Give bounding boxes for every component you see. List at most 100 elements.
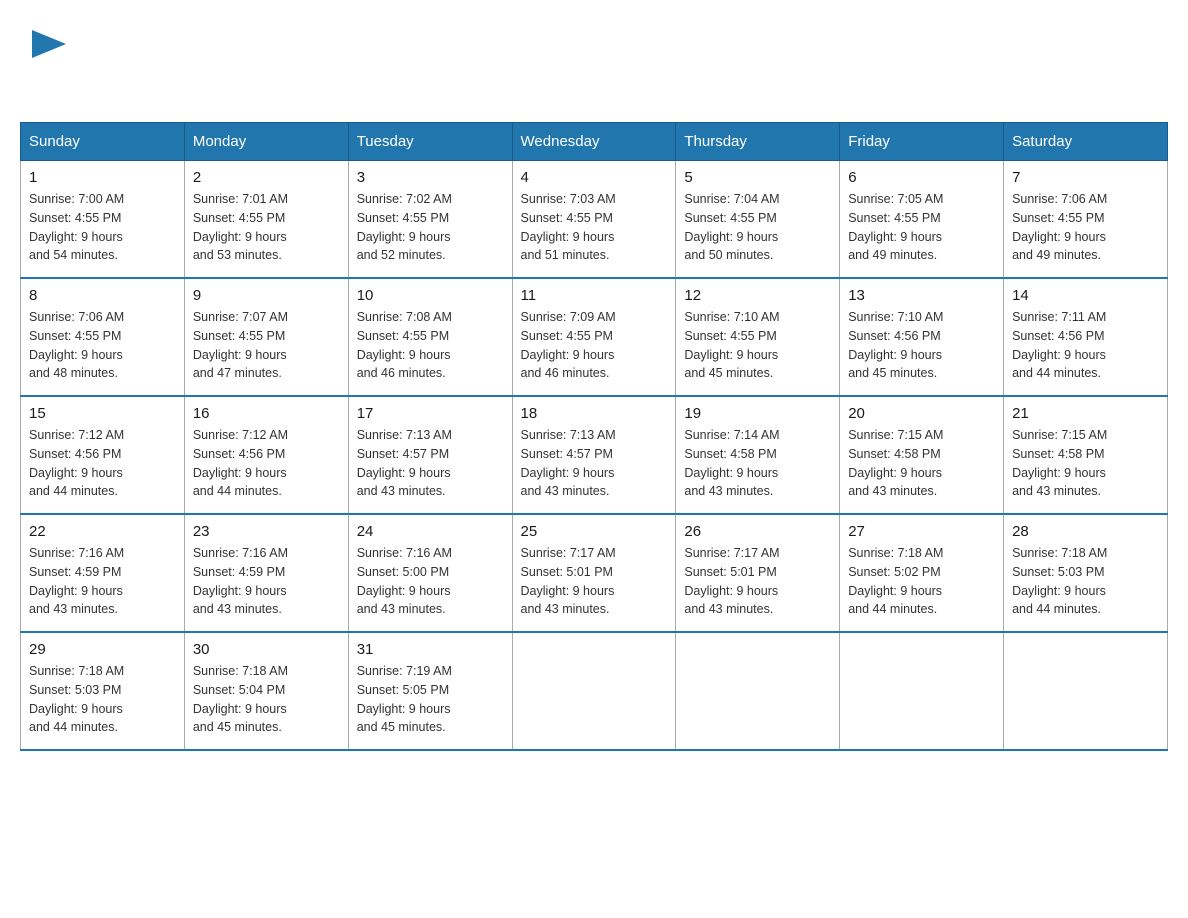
day-number: 13 bbox=[848, 287, 995, 304]
calendar-week-row: 1 Sunrise: 7:00 AM Sunset: 4:55 PM Dayli… bbox=[21, 161, 1168, 279]
calendar-cell: 15 Sunrise: 7:12 AM Sunset: 4:56 PM Dayl… bbox=[21, 396, 185, 514]
calendar-cell bbox=[512, 632, 676, 750]
calendar-cell: 25 Sunrise: 7:17 AM Sunset: 5:01 PM Dayl… bbox=[512, 514, 676, 632]
day-number: 27 bbox=[848, 523, 995, 540]
day-info: Sunrise: 7:14 AM Sunset: 4:58 PM Dayligh… bbox=[684, 426, 831, 501]
calendar-cell bbox=[840, 632, 1004, 750]
calendar-cell: 17 Sunrise: 7:13 AM Sunset: 4:57 PM Dayl… bbox=[348, 396, 512, 514]
calendar-cell: 28 Sunrise: 7:18 AM Sunset: 5:03 PM Dayl… bbox=[1004, 514, 1168, 632]
day-info: Sunrise: 7:16 AM Sunset: 4:59 PM Dayligh… bbox=[193, 544, 340, 619]
day-info: Sunrise: 7:04 AM Sunset: 4:55 PM Dayligh… bbox=[684, 190, 831, 265]
calendar-cell: 14 Sunrise: 7:11 AM Sunset: 4:56 PM Dayl… bbox=[1004, 278, 1168, 396]
day-info: Sunrise: 7:18 AM Sunset: 5:04 PM Dayligh… bbox=[193, 662, 340, 737]
calendar-cell: 29 Sunrise: 7:18 AM Sunset: 5:03 PM Dayl… bbox=[21, 632, 185, 750]
calendar-cell: 31 Sunrise: 7:19 AM Sunset: 5:05 PM Dayl… bbox=[348, 632, 512, 750]
calendar-cell: 8 Sunrise: 7:06 AM Sunset: 4:55 PM Dayli… bbox=[21, 278, 185, 396]
day-number: 15 bbox=[29, 405, 176, 422]
day-info: Sunrise: 7:17 AM Sunset: 5:01 PM Dayligh… bbox=[684, 544, 831, 619]
calendar-cell: 19 Sunrise: 7:14 AM Sunset: 4:58 PM Dayl… bbox=[676, 396, 840, 514]
day-info: Sunrise: 7:13 AM Sunset: 4:57 PM Dayligh… bbox=[357, 426, 504, 501]
calendar-cell: 20 Sunrise: 7:15 AM Sunset: 4:58 PM Dayl… bbox=[840, 396, 1004, 514]
day-info: Sunrise: 7:07 AM Sunset: 4:55 PM Dayligh… bbox=[193, 308, 340, 383]
page-header bbox=[20, 20, 1168, 102]
calendar-cell: 13 Sunrise: 7:10 AM Sunset: 4:56 PM Dayl… bbox=[840, 278, 1004, 396]
calendar-week-row: 15 Sunrise: 7:12 AM Sunset: 4:56 PM Dayl… bbox=[21, 396, 1168, 514]
weekday-header-tuesday: Tuesday bbox=[348, 123, 512, 161]
day-info: Sunrise: 7:16 AM Sunset: 4:59 PM Dayligh… bbox=[29, 544, 176, 619]
calendar-cell: 5 Sunrise: 7:04 AM Sunset: 4:55 PM Dayli… bbox=[676, 161, 840, 279]
day-number: 24 bbox=[357, 523, 504, 540]
calendar-cell: 21 Sunrise: 7:15 AM Sunset: 4:58 PM Dayl… bbox=[1004, 396, 1168, 514]
calendar-cell: 11 Sunrise: 7:09 AM Sunset: 4:55 PM Dayl… bbox=[512, 278, 676, 396]
day-number: 31 bbox=[357, 641, 504, 658]
calendar-cell: 3 Sunrise: 7:02 AM Sunset: 4:55 PM Dayli… bbox=[348, 161, 512, 279]
day-info: Sunrise: 7:18 AM Sunset: 5:03 PM Dayligh… bbox=[29, 662, 176, 737]
calendar-cell: 27 Sunrise: 7:18 AM Sunset: 5:02 PM Dayl… bbox=[840, 514, 1004, 632]
day-number: 1 bbox=[29, 169, 176, 186]
weekday-header-monday: Monday bbox=[184, 123, 348, 161]
calendar-cell: 26 Sunrise: 7:17 AM Sunset: 5:01 PM Dayl… bbox=[676, 514, 840, 632]
day-number: 14 bbox=[1012, 287, 1159, 304]
calendar-cell: 30 Sunrise: 7:18 AM Sunset: 5:04 PM Dayl… bbox=[184, 632, 348, 750]
day-info: Sunrise: 7:02 AM Sunset: 4:55 PM Dayligh… bbox=[357, 190, 504, 265]
day-number: 12 bbox=[684, 287, 831, 304]
day-number: 17 bbox=[357, 405, 504, 422]
calendar-week-row: 8 Sunrise: 7:06 AM Sunset: 4:55 PM Dayli… bbox=[21, 278, 1168, 396]
day-info: Sunrise: 7:00 AM Sunset: 4:55 PM Dayligh… bbox=[29, 190, 176, 265]
day-number: 9 bbox=[193, 287, 340, 304]
calendar-cell: 6 Sunrise: 7:05 AM Sunset: 4:55 PM Dayli… bbox=[840, 161, 1004, 279]
day-number: 16 bbox=[193, 405, 340, 422]
day-info: Sunrise: 7:11 AM Sunset: 4:56 PM Dayligh… bbox=[1012, 308, 1159, 383]
day-info: Sunrise: 7:09 AM Sunset: 4:55 PM Dayligh… bbox=[521, 308, 668, 383]
logo bbox=[30, 30, 66, 92]
weekday-header-thursday: Thursday bbox=[676, 123, 840, 161]
day-number: 6 bbox=[848, 169, 995, 186]
day-info: Sunrise: 7:18 AM Sunset: 5:02 PM Dayligh… bbox=[848, 544, 995, 619]
day-number: 23 bbox=[193, 523, 340, 540]
day-info: Sunrise: 7:10 AM Sunset: 4:56 PM Dayligh… bbox=[848, 308, 995, 383]
day-number: 19 bbox=[684, 405, 831, 422]
day-info: Sunrise: 7:08 AM Sunset: 4:55 PM Dayligh… bbox=[357, 308, 504, 383]
weekday-header-sunday: Sunday bbox=[21, 123, 185, 161]
day-info: Sunrise: 7:17 AM Sunset: 5:01 PM Dayligh… bbox=[521, 544, 668, 619]
day-info: Sunrise: 7:03 AM Sunset: 4:55 PM Dayligh… bbox=[521, 190, 668, 265]
logo-arrow-icon bbox=[32, 30, 66, 58]
day-number: 28 bbox=[1012, 523, 1159, 540]
calendar-cell: 12 Sunrise: 7:10 AM Sunset: 4:55 PM Dayl… bbox=[676, 278, 840, 396]
day-number: 18 bbox=[521, 405, 668, 422]
day-info: Sunrise: 7:16 AM Sunset: 5:00 PM Dayligh… bbox=[357, 544, 504, 619]
day-info: Sunrise: 7:15 AM Sunset: 4:58 PM Dayligh… bbox=[848, 426, 995, 501]
day-info: Sunrise: 7:19 AM Sunset: 5:05 PM Dayligh… bbox=[357, 662, 504, 737]
day-info: Sunrise: 7:01 AM Sunset: 4:55 PM Dayligh… bbox=[193, 190, 340, 265]
calendar-cell bbox=[676, 632, 840, 750]
day-number: 8 bbox=[29, 287, 176, 304]
day-number: 10 bbox=[357, 287, 504, 304]
day-number: 7 bbox=[1012, 169, 1159, 186]
day-number: 20 bbox=[848, 405, 995, 422]
calendar-week-row: 22 Sunrise: 7:16 AM Sunset: 4:59 PM Dayl… bbox=[21, 514, 1168, 632]
calendar-week-row: 29 Sunrise: 7:18 AM Sunset: 5:03 PM Dayl… bbox=[21, 632, 1168, 750]
day-number: 2 bbox=[193, 169, 340, 186]
weekday-header-wednesday: Wednesday bbox=[512, 123, 676, 161]
calendar-cell: 7 Sunrise: 7:06 AM Sunset: 4:55 PM Dayli… bbox=[1004, 161, 1168, 279]
day-info: Sunrise: 7:06 AM Sunset: 4:55 PM Dayligh… bbox=[29, 308, 176, 383]
calendar-cell bbox=[1004, 632, 1168, 750]
day-info: Sunrise: 7:13 AM Sunset: 4:57 PM Dayligh… bbox=[521, 426, 668, 501]
day-number: 26 bbox=[684, 523, 831, 540]
day-number: 22 bbox=[29, 523, 176, 540]
day-number: 30 bbox=[193, 641, 340, 658]
weekday-header-friday: Friday bbox=[840, 123, 1004, 161]
calendar-table: SundayMondayTuesdayWednesdayThursdayFrid… bbox=[20, 122, 1168, 751]
day-info: Sunrise: 7:18 AM Sunset: 5:03 PM Dayligh… bbox=[1012, 544, 1159, 619]
day-info: Sunrise: 7:12 AM Sunset: 4:56 PM Dayligh… bbox=[193, 426, 340, 501]
day-number: 21 bbox=[1012, 405, 1159, 422]
day-number: 3 bbox=[357, 169, 504, 186]
day-number: 25 bbox=[521, 523, 668, 540]
calendar-cell: 24 Sunrise: 7:16 AM Sunset: 5:00 PM Dayl… bbox=[348, 514, 512, 632]
weekday-header-saturday: Saturday bbox=[1004, 123, 1168, 161]
day-info: Sunrise: 7:10 AM Sunset: 4:55 PM Dayligh… bbox=[684, 308, 831, 383]
day-number: 5 bbox=[684, 169, 831, 186]
day-info: Sunrise: 7:05 AM Sunset: 4:55 PM Dayligh… bbox=[848, 190, 995, 265]
day-number: 29 bbox=[29, 641, 176, 658]
calendar-cell: 1 Sunrise: 7:00 AM Sunset: 4:55 PM Dayli… bbox=[21, 161, 185, 279]
